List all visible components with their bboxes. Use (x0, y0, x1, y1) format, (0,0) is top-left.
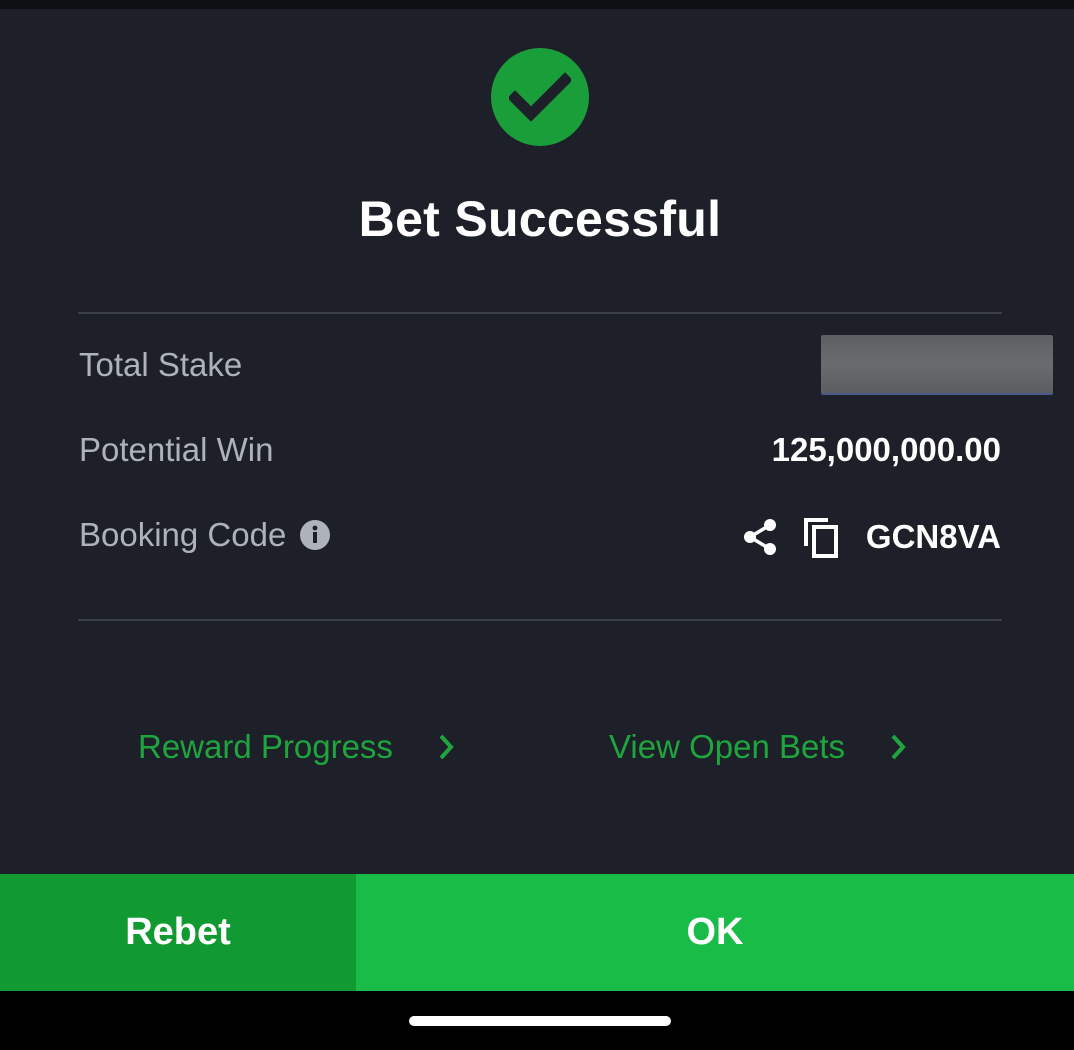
booking-code-label: Booking Code (79, 516, 287, 553)
booking-code-value[interactable]: GCN8VA (866, 518, 1001, 556)
share-icon[interactable] (742, 518, 778, 556)
reward-progress-label: Reward Progress (138, 728, 393, 765)
chevron-right-icon (437, 733, 455, 761)
page-title: Bet Successful (358, 191, 722, 247)
potential-win-value: 125,000,000.00 (771, 431, 1001, 468)
total-stake-value-masked (821, 335, 1053, 395)
bet-success-screen: Bet Successful Total Stake Potential Win… (0, 0, 1074, 1050)
view-open-bets-label: View Open Bets (609, 728, 846, 765)
booking-code-value-group: GCN8VA (742, 516, 1001, 558)
status-bar-strip (0, 0, 1074, 9)
info-icon[interactable] (300, 520, 331, 550)
potential-win-label: Potential Win (79, 431, 274, 468)
divider-top (78, 312, 1002, 314)
chevron-right-icon (889, 733, 907, 761)
divider-bottom (78, 619, 1002, 621)
ok-button[interactable]: OK (356, 874, 1074, 991)
reward-progress-link[interactable]: Reward Progress (138, 728, 455, 766)
copy-icon[interactable] (802, 516, 840, 558)
booking-code-row-label: Booking Code (79, 516, 331, 554)
total-stake-label: Total Stake (79, 346, 243, 383)
home-indicator[interactable] (409, 1016, 671, 1026)
check-circle-icon (491, 48, 589, 146)
rebet-button[interactable]: Rebet (0, 874, 356, 991)
view-open-bets-link[interactable]: View Open Bets (609, 728, 907, 766)
